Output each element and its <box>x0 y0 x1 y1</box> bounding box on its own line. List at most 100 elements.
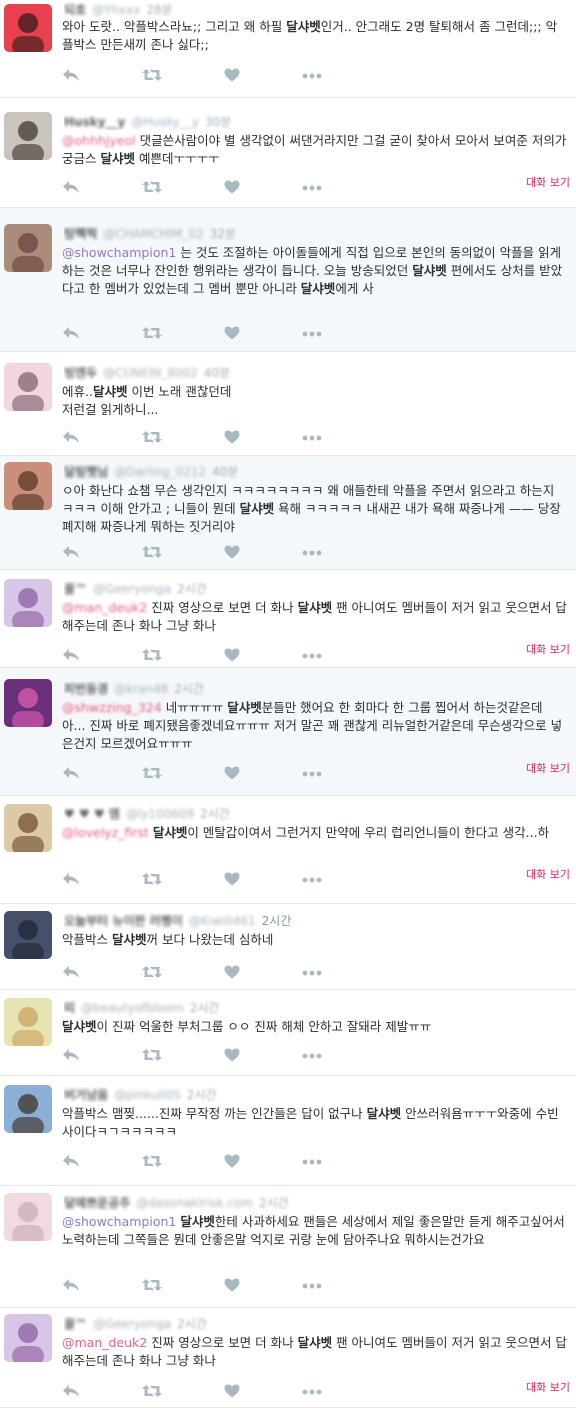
display-name[interactable]: 꿀™ <box>64 582 87 596</box>
timestamp[interactable]: 2시간 <box>177 1317 207 1331</box>
reply-icon[interactable] <box>62 68 82 84</box>
heart-icon[interactable] <box>224 545 244 561</box>
tweet-item[interactable]: 꿀™ @Geeryonga 2시간 @man_deuk2 진짜 영상으로 보면 더 화… <box>0 570 576 668</box>
avatar[interactable] <box>4 804 52 852</box>
heart-icon[interactable] <box>224 68 244 84</box>
heart-icon[interactable] <box>224 1048 244 1064</box>
more-icon[interactable] <box>302 545 322 561</box>
timestamp[interactable]: 28분 <box>146 3 172 17</box>
user-handle[interactable]: @CHAMCHIM_02 <box>103 227 204 241</box>
heart-icon[interactable] <box>224 766 244 782</box>
tweet-item[interactable]: 피번동경 @kran48 2시간 @shwzzing_324 네ㅠㅠㅠㅠ 달샤벳분들만… <box>0 668 576 796</box>
display-name[interactable]: 띠 <box>64 1001 75 1015</box>
heart-icon[interactable] <box>224 1384 244 1400</box>
more-icon[interactable] <box>302 430 322 446</box>
more-icon[interactable] <box>302 68 322 84</box>
retweet-icon[interactable] <box>142 180 162 196</box>
tweet-item[interactable]: 탕쨱찍 @CHAMCHIM_02 32분 @showchampion1 는 것도 조절… <box>0 208 576 352</box>
avatar[interactable] <box>4 363 52 411</box>
tweet-item[interactable]: Husky__y @Husky__y 30분 @ohhhjyeol 댓글쓴사람이야 별… <box>0 98 576 208</box>
tweet-item[interactable]: 빙엔두 @CUNEIN_8002 40분 에휴..달샤벳 이번 노래 괜찮던데 저런걸… <box>0 352 576 456</box>
mention-link[interactable]: @showchampion1 <box>62 1214 176 1229</box>
retweet-icon[interactable] <box>142 430 162 446</box>
reply-icon[interactable] <box>62 430 82 446</box>
heart-icon[interactable] <box>224 965 244 981</box>
avatar[interactable] <box>4 911 52 959</box>
timestamp[interactable]: 40분 <box>204 366 230 380</box>
user-handle[interactable]: @dasonakirisk.com <box>136 1196 253 1210</box>
display-name[interactable]: 꿀™ <box>64 1317 87 1331</box>
reply-icon[interactable] <box>62 545 82 561</box>
view-conversation-link[interactable]: 대화 보기 <box>526 1381 570 1395</box>
avatar[interactable] <box>4 4 52 52</box>
retweet-icon[interactable] <box>142 648 162 664</box>
more-icon[interactable] <box>302 766 322 782</box>
view-conversation-link[interactable]: 대화 보기 <box>526 176 570 190</box>
display-name[interactable]: 되호 <box>64 3 86 17</box>
timestamp[interactable]: 2시간 <box>190 1001 220 1015</box>
display-name[interactable]: 달링햇님 <box>64 465 108 479</box>
retweet-icon[interactable] <box>142 68 162 84</box>
reply-icon[interactable] <box>62 1048 82 1064</box>
avatar[interactable] <box>4 1314 52 1362</box>
user-handle[interactable]: @Husky__y <box>131 115 199 129</box>
heart-icon[interactable] <box>224 872 244 888</box>
reply-icon[interactable] <box>62 648 82 664</box>
more-icon[interactable] <box>302 1384 322 1400</box>
tweet-item[interactable]: 오늘부터 뉴이판 러펭이 @Kiwi0461 2시간 악플박스 달샤벳꺼 보다 나왔는… <box>0 904 576 990</box>
view-conversation-link[interactable]: 대화 보기 <box>526 762 570 776</box>
mention-link[interactable]: @shwzzing_324 <box>62 700 162 715</box>
reply-icon[interactable] <box>62 1278 82 1294</box>
timestamp[interactable]: 40분 <box>212 465 238 479</box>
heart-icon[interactable] <box>224 1154 244 1170</box>
user-handle[interactable]: @beautyofbloom <box>81 1001 184 1015</box>
reply-icon[interactable] <box>62 1384 82 1400</box>
more-icon[interactable] <box>302 326 322 342</box>
mention-link[interactable]: @lovelyz_first <box>62 825 149 840</box>
retweet-icon[interactable] <box>142 1048 162 1064</box>
mention-link[interactable]: @man_deuk2 <box>62 1335 147 1350</box>
tweet-item[interactable]: 버거남음 @pinkull05 2시간 악플박스 맴찢......진짜 무작정 까는 … <box>0 1076 576 1186</box>
reply-icon[interactable] <box>62 965 82 981</box>
user-handle[interactable]: @ly100609 <box>126 807 194 821</box>
heart-icon[interactable] <box>224 326 244 342</box>
reply-icon[interactable] <box>62 1154 82 1170</box>
retweet-icon[interactable] <box>142 766 162 782</box>
retweet-icon[interactable] <box>142 1154 162 1170</box>
heart-icon[interactable] <box>224 180 244 196</box>
user-handle[interactable]: @pinkull05 <box>114 1088 181 1102</box>
view-conversation-link[interactable]: 대화 보기 <box>526 868 570 882</box>
tweet-item[interactable]: 꿀™ @Geeryonga 2시간 @man_deuk2 진짜 영상으로 보면 더 화… <box>0 1308 576 1408</box>
avatar[interactable] <box>4 224 52 272</box>
user-handle[interactable]: @Kiwi0461 <box>189 914 256 928</box>
user-handle[interactable]: @Darling_0212 <box>114 465 206 479</box>
more-icon[interactable] <box>302 965 322 981</box>
reply-icon[interactable] <box>62 872 82 888</box>
retweet-icon[interactable] <box>142 1278 162 1294</box>
more-icon[interactable] <box>302 1278 322 1294</box>
user-handle[interactable]: @Geeryonga <box>93 1317 171 1331</box>
timestamp[interactable]: 32분 <box>210 227 236 241</box>
avatar[interactable] <box>4 679 52 727</box>
avatar[interactable] <box>4 998 52 1046</box>
display-name[interactable]: 탕쨱찍 <box>64 227 97 241</box>
user-handle[interactable]: @Geeryonga <box>93 582 171 596</box>
heart-icon[interactable] <box>224 430 244 446</box>
display-name[interactable]: 버거남음 <box>64 1088 108 1102</box>
tweet-item[interactable]: 달예쁘운공주 @dasonakirisk.com 2시간 @showchampion1… <box>0 1186 576 1308</box>
tweet-item[interactable]: 달링햇님 @Darling_0212 40분 ㅇ아 화난다 쇼챔 무슨 생각인지 ㅋㅋ… <box>0 456 576 570</box>
user-handle[interactable]: @CUNEIN_8002 <box>103 366 198 380</box>
more-icon[interactable] <box>302 1048 322 1064</box>
tweet-item[interactable]: ♥ ♥ ♥ 엠 @ly100609 2시간 @lovelyz_first 달샤벳이 멘… <box>0 796 576 904</box>
timestamp[interactable]: 2시간 <box>174 682 204 696</box>
display-name[interactable]: 달예쁘운공주 <box>64 1196 130 1210</box>
view-conversation-link[interactable]: 대화 보기 <box>526 643 570 657</box>
timestamp[interactable]: 2시간 <box>259 1196 289 1210</box>
more-icon[interactable] <box>302 180 322 196</box>
display-name[interactable]: 빙엔두 <box>64 366 97 380</box>
retweet-icon[interactable] <box>142 545 162 561</box>
display-name[interactable]: Husky__y <box>64 115 125 129</box>
mention-link[interactable]: @ohhhjyeol <box>62 133 136 148</box>
timestamp[interactable]: 2시간 <box>187 1088 217 1102</box>
more-icon[interactable] <box>302 1154 322 1170</box>
